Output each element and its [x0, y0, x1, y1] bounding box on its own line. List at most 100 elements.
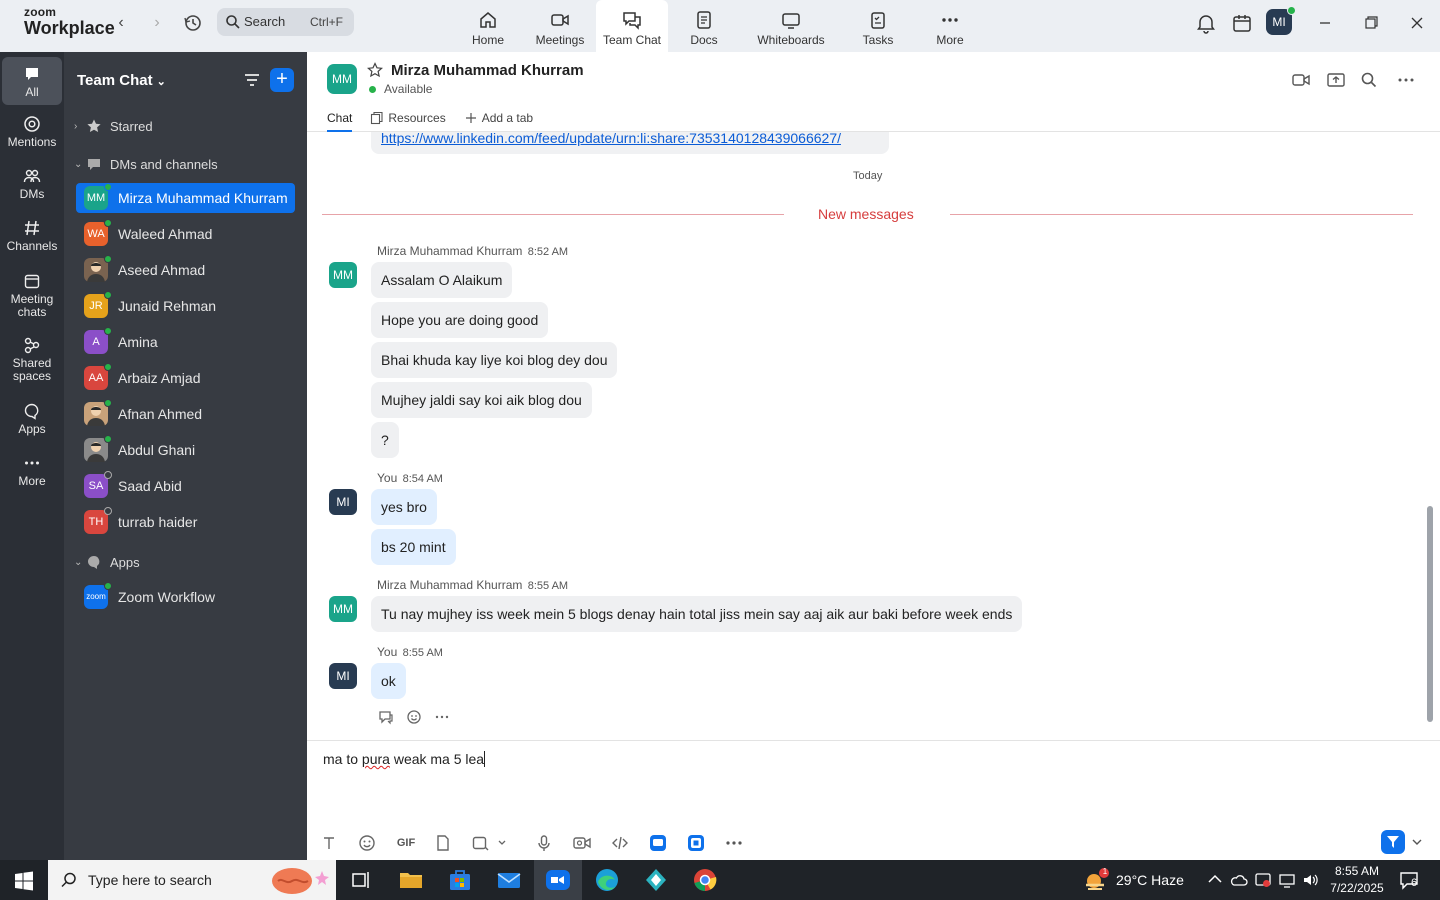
task-view-icon[interactable]: [347, 866, 375, 894]
microphone-icon[interactable]: [534, 833, 554, 853]
rail-item-all[interactable]: All: [2, 57, 62, 105]
dm-item[interactable]: Abdul Ghani: [76, 435, 295, 465]
video-message-icon[interactable]: [572, 833, 592, 853]
code-snippet-icon[interactable]: [610, 833, 630, 853]
taskbar-clock[interactable]: 8:55 AM 7/22/2025: [1328, 863, 1386, 897]
history-icon[interactable]: [182, 12, 204, 34]
panel-title[interactable]: Team Chat ⌄: [77, 72, 166, 89]
rail-item-shared-spaces[interactable]: Shared spaces: [2, 336, 62, 383]
app-item-zoom-workflow[interactable]: zoom Zoom Workflow: [76, 582, 295, 612]
rail-item-dms[interactable]: DMs: [2, 167, 62, 201]
teal-app-icon[interactable]: [642, 866, 670, 894]
dm-item[interactable]: Afnan Ahmed: [76, 399, 295, 429]
contact-name[interactable]: Mirza Muhammad Khurram: [391, 62, 584, 79]
message-avatar[interactable]: MM: [329, 262, 357, 288]
message-bubble[interactable]: yes bro: [371, 489, 437, 525]
weather-text[interactable]: 29°C Haze: [1116, 872, 1184, 888]
close-icon[interactable]: [1404, 10, 1430, 36]
microsoft-store-icon[interactable]: [446, 866, 474, 894]
sender-name[interactable]: You: [377, 471, 397, 485]
message-avatar[interactable]: MI: [329, 489, 357, 515]
sender-name[interactable]: Mirza Muhammad Khurram: [377, 578, 522, 592]
contact-avatar[interactable]: MM: [327, 64, 357, 94]
forward-arrow-icon[interactable]: ›: [146, 12, 168, 34]
linkedin-link[interactable]: https://www.linkedin.com/feed/update/urn…: [371, 132, 889, 154]
dm-item[interactable]: JR Junaid Rehman: [76, 291, 295, 321]
tab-docs[interactable]: Docs: [668, 0, 740, 52]
send-options-chevron-icon[interactable]: [1411, 835, 1423, 849]
more-tools-icon[interactable]: [724, 833, 744, 853]
search-input[interactable]: Search Ctrl+F: [217, 8, 354, 36]
screenshot-icon[interactable]: [470, 833, 490, 853]
message-bubble[interactable]: Hope you are doing good: [371, 302, 549, 338]
dm-item[interactable]: TH turrab haider: [76, 507, 295, 537]
rail-item-apps[interactable]: Apps: [2, 402, 62, 436]
subtab-resources[interactable]: Resources: [370, 108, 446, 128]
file-explorer-icon[interactable]: [397, 866, 425, 894]
chevron-down-icon[interactable]: [496, 833, 508, 853]
mail-icon[interactable]: [495, 866, 523, 894]
file-icon[interactable]: [433, 833, 453, 853]
gif-button[interactable]: GIF: [395, 833, 417, 853]
bell-icon[interactable]: [1194, 11, 1218, 35]
message-list[interactable]: https://www.linkedin.com/feed/update/urn…: [307, 132, 1440, 740]
chat-scrollbar[interactable]: [1427, 506, 1433, 722]
dm-item[interactable]: WA Waleed Ahmad: [76, 219, 295, 249]
star-icon[interactable]: [367, 62, 383, 78]
calendar-icon[interactable]: [1230, 11, 1254, 35]
section-apps[interactable]: ⌄ Apps: [74, 554, 140, 570]
security-icon[interactable]: [1254, 871, 1272, 889]
windows-start-icon[interactable]: [14, 871, 34, 891]
maximize-icon[interactable]: [1358, 10, 1384, 36]
subtab-chat[interactable]: Chat: [327, 108, 353, 132]
new-chat-button[interactable]: +: [270, 68, 294, 92]
message-bubble[interactable]: Tu nay mujhey iss week mein 5 blogs dena…: [371, 596, 1023, 632]
compose-input[interactable]: ma to pura weak ma 5 lea: [323, 751, 486, 767]
tab-home[interactable]: Home: [452, 0, 524, 52]
message-bubble[interactable]: ?: [371, 422, 399, 458]
rail-item-channels[interactable]: Channels: [2, 219, 62, 253]
sender-name[interactable]: Mirza Muhammad Khurram: [377, 244, 522, 258]
network-icon[interactable]: [1278, 871, 1296, 889]
back-arrow-icon[interactable]: ‹: [110, 12, 132, 34]
search-icon[interactable]: [1359, 70, 1379, 90]
video-call-icon[interactable]: [1291, 70, 1311, 90]
rail-item-more[interactable]: More: [2, 454, 62, 488]
cloud-icon[interactable]: [1230, 871, 1248, 889]
tab-tasks[interactable]: Tasks: [842, 0, 914, 52]
emoji-icon[interactable]: [357, 833, 377, 853]
compose-box[interactable]: ma to pura weak ma 5 lea GIF: [307, 740, 1440, 860]
app-blue-chat-icon[interactable]: [648, 833, 668, 853]
tab-team-chat[interactable]: Team Chat: [596, 0, 668, 52]
share-screen-icon[interactable]: [1326, 70, 1346, 90]
user-avatar[interactable]: MI: [1266, 6, 1296, 35]
app-blue-calendar-icon[interactable]: [686, 833, 706, 853]
filter-icon[interactable]: [242, 70, 262, 90]
more-actions-icon[interactable]: [433, 708, 451, 726]
message-bubble[interactable]: ok: [371, 663, 406, 699]
minimize-icon[interactable]: [1312, 10, 1338, 36]
message-bubble[interactable]: bs 20 mint: [371, 529, 456, 565]
message-bubble[interactable]: Bhai khuda kay liye koi blog dey dou: [371, 342, 618, 378]
chevron-up-icon[interactable]: [1206, 871, 1224, 889]
section-dms-channels[interactable]: ⌄ DMs and channels: [74, 156, 218, 172]
sender-name[interactable]: You: [377, 645, 397, 659]
text-format-icon[interactable]: [319, 833, 339, 853]
rail-item-mentions[interactable]: Mentions: [2, 115, 62, 149]
rail-item-meeting-chats[interactable]: Meeting chats: [2, 272, 62, 319]
section-starred[interactable]: › Starred: [74, 118, 153, 134]
dm-item[interactable]: MM Mirza Muhammad Khurram: [76, 183, 295, 213]
zoom-app-icon[interactable]: [544, 866, 572, 894]
dm-item[interactable]: A Amina: [76, 327, 295, 357]
subtab-add[interactable]: Add a tab: [464, 108, 533, 128]
message-avatar[interactable]: MM: [329, 596, 357, 622]
volume-icon[interactable]: [1301, 871, 1319, 889]
emoji-reaction-icon[interactable]: [405, 708, 423, 726]
dm-item[interactable]: Aseed Ahmad: [76, 255, 295, 285]
reply-icon[interactable]: [377, 708, 395, 726]
dm-item[interactable]: AA Arbaiz Amjad: [76, 363, 295, 393]
message-bubble[interactable]: Assalam O Alaikum: [371, 262, 513, 298]
chrome-browser-icon[interactable]: [691, 866, 719, 894]
edge-browser-icon[interactable]: [593, 866, 621, 894]
message-avatar[interactable]: MI: [329, 663, 357, 689]
